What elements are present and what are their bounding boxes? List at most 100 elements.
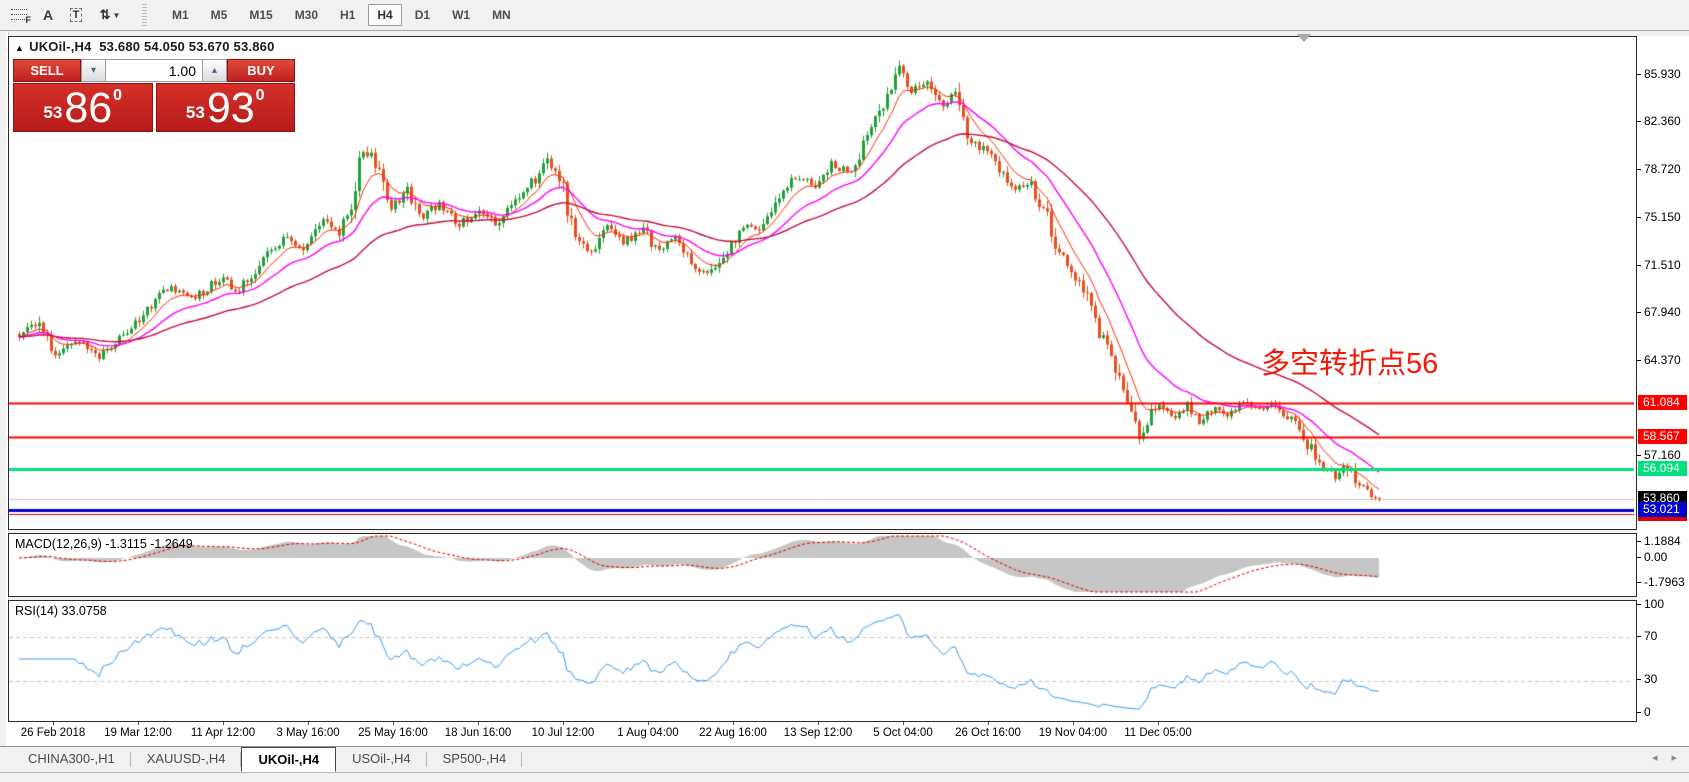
date-tick-label: 10 Jul 12:00 <box>532 727 595 739</box>
rsi-label: RSI(14) 33.0758 <box>15 604 107 618</box>
date-tick-mark <box>903 722 904 725</box>
price-tick-label: 78.720 <box>1637 162 1681 176</box>
tab-scroll-right-icon[interactable]: ▸ <box>1671 751 1677 764</box>
one-click-trading-panel: SELL ▾ 1.00 ▴ BUY 53860 53930 <box>13 59 295 132</box>
volume-decrease-button[interactable]: ▾ <box>81 59 105 82</box>
mt4-terminal-window: F A T ⇅ ▼ M1M5M15M30H1H4D1W1MN ▲ UKOil-,H… <box>0 0 1689 782</box>
date-tick-mark <box>478 722 479 725</box>
timeframe-button-m15[interactable]: M15 <box>240 4 281 26</box>
buy-button[interactable]: BUY <box>227 59 295 82</box>
price-axis[interactable]: 85.93082.36078.72075.15071.51067.94064.3… <box>1637 36 1689 746</box>
price-tick-label: 85.930 <box>1637 67 1681 81</box>
date-tick-label: 13 Sep 12:00 <box>784 727 852 739</box>
timeframe-button-d1[interactable]: D1 <box>406 4 439 26</box>
date-axis[interactable]: 26 Feb 201819 Mar 12:0011 Apr 12:003 May… <box>8 722 1637 746</box>
date-tick-mark <box>733 722 734 725</box>
rsi-tick-label: 30 <box>1637 672 1657 686</box>
price-badge-61.084: 61.084 <box>1638 395 1687 410</box>
arrows-icon: ⇅ <box>100 7 111 23</box>
date-tick-mark <box>393 722 394 725</box>
chart-text-annotation: 多空转折点56 <box>1261 340 1438 382</box>
date-tick-label: 26 Oct 16:00 <box>955 727 1021 739</box>
buy-price-tile[interactable]: 53930 <box>156 83 296 132</box>
text-tool-button[interactable]: A <box>35 3 61 27</box>
price-tick-label: 67.940 <box>1637 305 1681 319</box>
chevron-down-icon: ▼ <box>112 11 120 20</box>
status-bar <box>0 772 1689 782</box>
fibonacci-icon: F <box>11 8 29 22</box>
chart-tab-ukoilh4[interactable]: UKOil-,H4 <box>241 747 336 772</box>
buy-price-prefix: 53 <box>186 103 205 123</box>
line-studies-toolgroup: F A T ⇅ ▼ <box>0 3 130 27</box>
date-tick-label: 11 Dec 05:00 <box>1124 727 1192 739</box>
rsi-indicator-panel: RSI(14) 33.0758 <box>8 600 1637 722</box>
text-label-tool-button[interactable]: T <box>63 3 89 27</box>
sell-price-prefix: 53 <box>43 103 62 123</box>
sell-price-sup: 0 <box>113 87 122 105</box>
buy-price-sup: 0 <box>256 87 265 105</box>
macd-indicator-panel: MACD(12,26,9) -1.3115 -1.2649 <box>8 533 1637 597</box>
date-tick-label: 19 Mar 12:00 <box>104 727 172 739</box>
timeframe-button-h4[interactable]: H4 <box>368 4 401 26</box>
date-tick-label: 18 Jun 16:00 <box>445 727 512 739</box>
spin-down-icon: ▾ <box>91 65 96 76</box>
date-tick-mark <box>818 722 819 725</box>
chart-tab-xauusdh4[interactable]: XAUUSD-,H4 <box>131 747 242 772</box>
date-tick-mark <box>308 722 309 725</box>
chart-tab-usoilh4[interactable]: USOil-,H4 <box>336 747 427 772</box>
chart-tab-bar: CHINA300-,H1XAUUSD-,H4UKOil-,H4USOil-,H4… <box>0 746 1689 772</box>
fibonacci-tool-button[interactable]: F <box>7 3 33 27</box>
date-tick-mark <box>563 722 564 725</box>
timeframe-button-m5[interactable]: M5 <box>202 4 237 26</box>
rsi-tick-label: 0 <box>1637 705 1651 719</box>
text-label-icon: T <box>70 8 83 22</box>
volume-input[interactable]: 1.00 <box>105 59 203 82</box>
price-tick-label: 57.160 <box>1637 448 1681 462</box>
date-tick-label: 26 Feb 2018 <box>21 727 86 739</box>
date-tick-mark <box>53 722 54 725</box>
toolbar-drag-handle[interactable] <box>142 4 147 26</box>
date-tick-label: 22 Aug 16:00 <box>699 727 767 739</box>
chart-ohlc-values: 53.680 54.050 53.670 53.860 <box>99 39 274 54</box>
price-tick-label: 75.150 <box>1637 210 1681 224</box>
timeframe-button-w1[interactable]: W1 <box>443 4 479 26</box>
date-tick-label: 19 Nov 04:00 <box>1039 727 1107 739</box>
date-tick-mark <box>648 722 649 725</box>
chart-symbol-period: UKOil-,H4 <box>29 39 91 54</box>
tab-scroll-left-icon[interactable]: ◂ <box>1652 751 1658 764</box>
macd-canvas[interactable] <box>9 534 1634 594</box>
date-tick-label: 1 Aug 04:00 <box>617 727 678 739</box>
sell-price-big: 86 <box>64 88 112 128</box>
text-icon: A <box>43 7 53 23</box>
macd-tick-label: -1.7963 <box>1637 575 1685 589</box>
timeframe-button-m1[interactable]: M1 <box>163 4 198 26</box>
chart-tab-sp500h4[interactable]: SP500-,H4 <box>427 747 523 772</box>
date-tick-label: 25 May 16:00 <box>358 727 428 739</box>
date-tick-mark <box>138 722 139 725</box>
arrows-tool-button[interactable]: ⇅ ▼ <box>91 3 129 27</box>
macd-tick-label: 1.1884 <box>1637 534 1681 548</box>
timeframe-button-h1[interactable]: H1 <box>331 4 364 26</box>
price-chart-panel: ▲ UKOil-,H4 53.680 54.050 53.670 53.860 S… <box>8 36 1637 530</box>
top-toolbar: F A T ⇅ ▼ M1M5M15M30H1H4D1W1MN <box>0 0 1689 31</box>
volume-increase-button[interactable]: ▴ <box>203 59 227 82</box>
macd-label: MACD(12,26,9) -1.3115 -1.2649 <box>15 537 193 551</box>
timeframe-button-m30[interactable]: M30 <box>286 4 327 26</box>
timeframe-button-mn[interactable]: MN <box>483 4 520 26</box>
price-badge-56.094: 56.094 <box>1638 461 1687 476</box>
price-tick-label: 82.360 <box>1637 114 1681 128</box>
one-click-collapse-arrow[interactable]: ▲ <box>15 43 24 53</box>
date-tick-mark <box>223 722 224 725</box>
chart-tab-china300h1[interactable]: CHINA300-,H1 <box>12 747 131 772</box>
price-badge-58.567: 58.567 <box>1638 429 1687 444</box>
sell-price-tile[interactable]: 53860 <box>13 83 153 132</box>
rsi-canvas[interactable] <box>9 601 1634 719</box>
buy-price-big: 93 <box>207 88 255 128</box>
date-tick-mark <box>1073 722 1074 725</box>
sell-button[interactable]: SELL <box>13 59 81 82</box>
date-tick-label: 11 Apr 12:00 <box>191 727 255 739</box>
chart-shift-marker-icon[interactable] <box>1297 34 1311 42</box>
rsi-tick-label: 70 <box>1637 629 1657 643</box>
price-badge-53.021: 53.021 <box>1638 502 1687 517</box>
macd-tick-label: 0.00 <box>1637 550 1667 564</box>
